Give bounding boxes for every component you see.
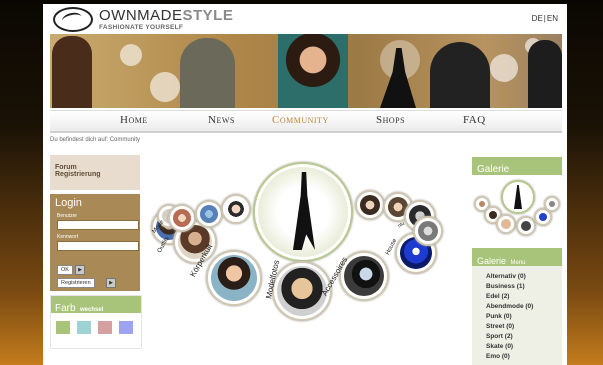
brand-name[interactable]: OWNMADESTYLE (99, 7, 233, 24)
register-button[interactable]: Registrieren (57, 278, 95, 288)
modelfotos-circle[interactable] (206, 250, 262, 306)
category-item[interactable]: Business (1) (486, 283, 525, 290)
forum-box: Forum Registrierung (50, 155, 140, 190)
forum-link[interactable]: Forum (55, 164, 140, 171)
gallery-circle-image (501, 219, 511, 229)
header-banner (50, 34, 562, 108)
small-circle[interactable] (355, 190, 385, 220)
color-switch-subtitle: wechsel (80, 307, 104, 313)
lang-en[interactable]: EN (547, 14, 558, 23)
registration-link[interactable]: Registrierung (55, 171, 140, 178)
gallery-menu-header: Galerie Menu (472, 248, 562, 266)
small-circle-image (226, 199, 246, 219)
small-circle[interactable] (413, 216, 443, 246)
banner-person-image (430, 42, 490, 108)
bubble-decoration (490, 54, 518, 82)
banner-person-image (52, 36, 92, 108)
gallery-circle-image (479, 201, 485, 207)
gallery-small-circle (516, 216, 536, 236)
bubble-decoration (120, 44, 142, 66)
small-circle-image (200, 205, 218, 223)
gallery-category-list: Alternativ (0) Business (1) Edel (2) Abe… (472, 266, 562, 365)
category-item[interactable]: Emo (0) (486, 353, 510, 360)
modelfotos-image (211, 255, 257, 301)
nav-faq[interactable]: FAQ (463, 114, 486, 126)
small-circle-image (360, 195, 380, 215)
color-switch-title: Farb (55, 303, 76, 314)
nav-news[interactable]: News (208, 114, 235, 126)
gallery-menu-title: Galerie (477, 256, 507, 266)
gallery-main-circle (501, 180, 535, 214)
screenshot-frame: OWNMADESTYLE FASHIONATE YOURSELF DE|EN H… (0, 0, 603, 365)
swatch-cyan[interactable] (77, 321, 91, 334)
banner-person-image (528, 40, 562, 108)
category-item[interactable]: Skate (0) (486, 343, 513, 350)
brand-part1: OWNMADE (99, 7, 183, 24)
breadcrumb: Du befindest dich auf: Community (50, 137, 141, 143)
category-item[interactable]: Abendmode (0) (486, 303, 533, 310)
username-label: Benutzer (57, 213, 78, 219)
woman-silhouette-icon (514, 185, 522, 209)
nav-shops[interactable]: Shops (376, 114, 405, 126)
small-circle[interactable] (168, 204, 196, 232)
language-switch: DE|EN (531, 14, 558, 23)
community-main-circle[interactable] (253, 162, 353, 262)
brand-part2: STYLE (182, 7, 234, 24)
category-item[interactable]: Edel (2) (486, 293, 509, 300)
gallery-header: Galerie (472, 157, 562, 175)
category-item[interactable]: Sport (2) (486, 333, 513, 340)
swatch-blue[interactable] (119, 321, 133, 334)
gallery-circle-image (539, 213, 547, 221)
banner-person-image (180, 38, 235, 108)
ok-arrow-icon[interactable]: ▶ (75, 265, 85, 275)
gallery-circle-image (549, 201, 555, 207)
gallery-circle-image (521, 221, 531, 231)
small-circle-image (173, 209, 191, 227)
category-item[interactable]: Street (0) (486, 323, 514, 330)
swatch-green[interactable] (56, 321, 70, 334)
gallery-preview[interactable] (472, 178, 562, 243)
web-page: OWNMADESTYLE FASHIONATE YOURSELF DE|EN H… (43, 4, 567, 365)
label-nlu: nlu (396, 220, 406, 230)
small-circle-image (418, 221, 438, 241)
logo-icon[interactable] (53, 7, 93, 32)
ok-button[interactable]: OK (57, 265, 73, 275)
gallery-small-circle (496, 214, 516, 234)
login-box: Login Benutzer Kennwort OK ▶ Registriere… (50, 194, 140, 291)
color-switch-box: Farb wechsel (50, 295, 142, 349)
small-circle[interactable] (221, 194, 251, 224)
category-item[interactable]: Punk (0) (486, 313, 512, 320)
username-input[interactable] (57, 220, 139, 230)
lang-de[interactable]: DE (532, 14, 543, 23)
password-label: Kennwort (57, 234, 79, 240)
gallery-small-circle (544, 196, 560, 212)
gallery-title[interactable]: Galerie (477, 164, 509, 175)
brand-tagline: FASHIONATE YOURSELF (99, 24, 184, 31)
house-image (344, 256, 384, 296)
password-input[interactable] (57, 241, 139, 251)
category-item[interactable]: Alternativ (0) (486, 273, 526, 280)
swatch-pink[interactable] (98, 321, 112, 334)
login-title: Login (55, 197, 82, 209)
nav-home[interactable]: Home (120, 114, 148, 126)
color-switch-header: Farb wechsel (51, 296, 141, 314)
main-navigation: Home News Community Shops FAQ (50, 110, 562, 133)
banner-person-image (278, 34, 348, 108)
small-circle[interactable] (195, 200, 223, 228)
register-arrow-icon[interactable]: ▶ (106, 278, 116, 288)
nav-community[interactable]: Community (272, 114, 329, 126)
bubble-decoration (150, 72, 180, 102)
gallery-circle-image (489, 211, 497, 219)
